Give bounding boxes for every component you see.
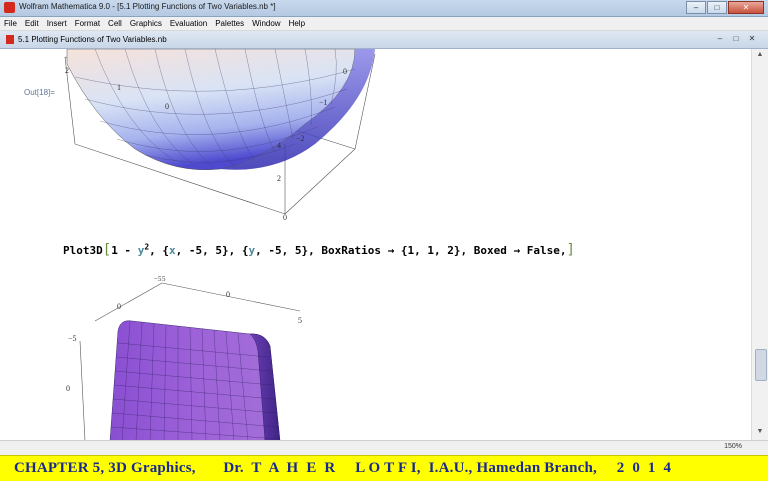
close-bracket: ] <box>566 242 575 258</box>
plot2-tick-top-5b: 5 <box>298 316 302 325</box>
plot1-tick-vert-0: 0 <box>283 213 287 222</box>
notebook-minimize-button[interactable]: – <box>712 33 728 45</box>
menu-palettes[interactable]: Palettes <box>211 17 248 30</box>
value-boxratios: {1, 1, 2}, <box>400 244 474 257</box>
notebook-close-button[interactable]: ✕ <box>744 33 760 45</box>
plot1-tick-front-1: 1 <box>117 83 121 92</box>
plot1-surface <box>66 49 356 171</box>
notebook-controls: – □ ✕ <box>712 33 760 45</box>
vertical-scrollbar[interactable]: ▲ ▼ <box>751 49 768 440</box>
range-y: , -5, 5}, <box>255 244 322 257</box>
window-titlebar: Wolfram Mathematica 9.0 - [5.1 Plotting … <box>0 0 768 17</box>
mathematica-icon <box>4 2 15 13</box>
expr-one-minus: 1 - <box>111 244 138 257</box>
output-label: Out[18]= <box>24 88 55 97</box>
zoom-level[interactable]: 150% <box>724 443 742 450</box>
menu-cell[interactable]: Cell <box>104 17 126 30</box>
menu-format[interactable]: Format <box>71 17 104 30</box>
plot2-tick-top-5: 5 <box>162 275 166 283</box>
plot3d-input[interactable]: Plot3D[1 - y2, {x, -5, 5}, {y, -5, 5}, B… <box>63 242 575 258</box>
notebook-title: 5.1 Plotting Functions of Two Variables.… <box>18 35 167 44</box>
plot1-tick-vert-4: 4 <box>277 141 281 150</box>
menu-bar: File Edit Insert Format Cell Graphics Ev… <box>0 17 768 31</box>
menu-evaluation[interactable]: Evaluation <box>166 17 211 30</box>
plot3d-function: Plot3D <box>63 244 103 257</box>
plot1-tick-front-0: 0 <box>165 102 169 111</box>
option-boxed: Boxed <box>473 244 507 257</box>
notebook-content[interactable]: Out[18]= 2 1 0 0 −1 −2 4 2 0 Plot3D[1 - … <box>0 49 740 440</box>
scroll-down-icon[interactable]: ▼ <box>755 428 765 438</box>
var-x: x <box>169 244 176 257</box>
plot1-tick-front-2: 2 <box>65 66 69 75</box>
minimize-button[interactable]: – <box>686 1 706 14</box>
notebook-titlebar: 5.1 Plotting Functions of Two Variables.… <box>0 31 768 49</box>
menu-help[interactable]: Help <box>285 17 309 30</box>
scroll-up-icon[interactable]: ▲ <box>755 51 765 61</box>
plot2-tick-top-0b: 0 <box>226 290 230 299</box>
rule-arrow-2: → <box>506 244 527 257</box>
plot2-tick-top-0a: 0 <box>117 302 121 311</box>
range-x: , -5, 5}, { <box>175 244 249 257</box>
option-boxratios: BoxRatios <box>321 244 381 257</box>
plot2-tick-top-m5: −5 <box>154 275 162 283</box>
scroll-thumb[interactable] <box>755 349 767 381</box>
plot1-tick-vert-2: 2 <box>277 174 281 183</box>
close-button[interactable]: ✕ <box>728 1 764 14</box>
maximize-button[interactable]: □ <box>707 1 727 14</box>
plot1-tick-right-m1: −1 <box>319 98 328 107</box>
open-bracket: [ <box>102 242 112 258</box>
menu-window[interactable]: Window <box>248 17 284 30</box>
lecture-footer-banner: CHAPTER 5, 3D Graphics, Dr. T A H E R L … <box>0 455 768 481</box>
value-boxed: False, <box>526 244 567 257</box>
plot-output-2[interactable]: −5 5 0 0 5 −5 0 <box>60 271 320 440</box>
window-title: Wolfram Mathematica 9.0 - [5.1 Plotting … <box>19 2 276 11</box>
status-bar: 150% <box>0 440 768 455</box>
footer-text: CHAPTER 5, 3D Graphics, Dr. T A H E R L … <box>14 460 672 476</box>
separator: , { <box>149 244 170 257</box>
notebook-restore-button[interactable]: □ <box>728 33 744 45</box>
plot2-tick-left-0: 0 <box>66 384 70 393</box>
menu-graphics[interactable]: Graphics <box>126 17 166 30</box>
notebook-icon <box>6 35 14 44</box>
plot1-tick-right-m2: −2 <box>296 134 305 143</box>
menu-insert[interactable]: Insert <box>43 17 71 30</box>
plot1-tick-right-0: 0 <box>343 67 347 76</box>
menu-file[interactable]: File <box>0 17 21 30</box>
plot2-tick-left-m5: −5 <box>68 334 77 343</box>
menu-edit[interactable]: Edit <box>21 17 43 30</box>
rule-arrow-1: → <box>380 244 401 257</box>
window-controls: – □ ✕ <box>685 1 764 14</box>
plot-output-1[interactable]: 2 1 0 0 −1 −2 4 2 0 <box>55 49 385 224</box>
